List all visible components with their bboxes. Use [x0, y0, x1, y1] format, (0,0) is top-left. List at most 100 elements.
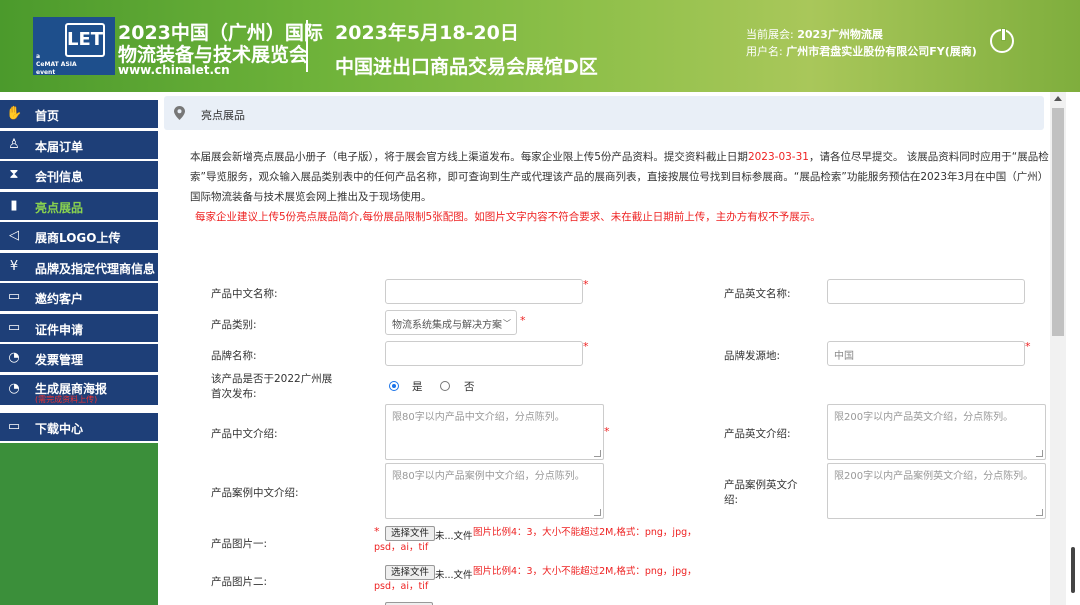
origin-label: 品牌发源地:: [724, 350, 781, 362]
user-label: 用户名:: [746, 45, 783, 58]
header-divider: [306, 20, 308, 72]
sidebar-item-highlight-products[interactable]: ▮ 亮点展品: [0, 192, 158, 221]
sidebar-item-invite-customers[interactable]: ▭ 邀约客户: [0, 283, 158, 312]
page-scrollbar[interactable]: [1066, 92, 1080, 605]
page-title: 亮点展品: [201, 109, 245, 122]
page-scrollbar-thumb[interactable]: [1071, 547, 1075, 593]
intro-text-1: 本届展会新增亮点展品小册子（电子版），将于展会官方线上渠道发布。每家企业限上传5…: [190, 151, 748, 163]
sidebar-item-label: 会刊信息: [35, 170, 84, 184]
deadline-date: 2023-03-31: [747, 151, 809, 163]
power-icon[interactable]: [990, 28, 1014, 53]
user-value: 广州市君盘实业股份有限公司FY(展商): [786, 45, 977, 58]
pie-chart-icon: ◔: [8, 350, 20, 365]
header-banner: LET a CeMAT ASIA event 2023中国（广州）国际 物流装备与技…: [0, 0, 1080, 92]
no-radio[interactable]: [440, 381, 450, 391]
category-label: 产品类别:: [211, 319, 257, 331]
let-logo-text: LET: [65, 23, 105, 57]
cn-intro-label: 产品中文介绍:: [211, 428, 278, 440]
case-en-label: 产品案例英文介绍:: [724, 479, 798, 506]
current-expo-label: 当前展会:: [746, 28, 794, 41]
current-expo-value: 2023广州物流展: [797, 28, 883, 41]
hourglass-icon: ⧗: [9, 167, 19, 182]
sidebar-item-catalog[interactable]: ⧗ 会刊信息: [0, 161, 158, 190]
sidebar-item-poster[interactable]: ◔ 生成展商海报 (需完成资料上传): [0, 375, 158, 406]
handshake-icon: ✋: [6, 106, 23, 121]
first-release-label: 该产品是否于2022广州展首次发布:: [211, 373, 333, 400]
pie-chart-icon: ◔: [8, 381, 20, 396]
breadcrumb: 亮点展品: [164, 96, 1044, 130]
origin-placeholder: 中国: [834, 351, 854, 362]
sidebar-item-logo-upload[interactable]: ◁ 展商LOGO上传: [0, 222, 158, 251]
sidebar-item-invoice[interactable]: ◔ 发票管理: [0, 344, 158, 373]
sidebar-item-label: 本届订单: [35, 140, 84, 154]
required-mark: *: [583, 278, 589, 291]
cn-intro-textarea[interactable]: 限80字以内产品中文介绍，分点陈列。: [385, 404, 604, 460]
sidebar-item-label: 下载中心: [35, 422, 84, 436]
cn-intro-placeholder: 限80字以内产品中文介绍，分点陈列。: [392, 412, 565, 423]
sidebar-item-label: 亮点展品: [35, 201, 84, 215]
sidebar-item-label: 首页: [35, 109, 60, 123]
en-name-input[interactable]: [827, 279, 1025, 304]
folder-icon: ▭: [7, 320, 21, 335]
image2-hint: 图片比例4：3，大小不能超过2M,格式：png，jpg，psd，ai，tif: [374, 566, 697, 592]
sidebar-background: [0, 443, 158, 605]
case-cn-label: 产品案例中文介绍:: [211, 487, 299, 499]
case-en-textarea[interactable]: 限200字以内产品案例英文介绍，分点陈列。: [827, 463, 1046, 519]
sidebar-item-downloads[interactable]: ▭ 下载中心: [0, 413, 158, 442]
money-icon: ¥: [9, 259, 19, 274]
image2-label: 产品图片二:: [211, 576, 268, 588]
folder-icon: ▭: [7, 289, 21, 304]
required-mark: *: [520, 314, 526, 327]
bar-chart-icon: ▮: [10, 198, 18, 213]
en-intro-placeholder: 限200字以内产品英文介绍，分点陈列。: [834, 412, 1014, 423]
intro-paragraph: 本届展会新增亮点展品小册子（电子版），将于展会官方线上渠道发布。每家企业限上传5…: [190, 147, 1050, 207]
yes-radio-label: 是: [412, 381, 423, 393]
case-cn-textarea[interactable]: 限80字以内产品案例中文介绍，分点陈列。: [385, 463, 604, 519]
sidebar-item-sublabel: (需完成资料上传): [35, 395, 98, 404]
sidebar-item-label: 邀约客户: [35, 292, 84, 306]
sidebar-item-home[interactable]: ✋ 首页: [0, 100, 158, 129]
required-mark: *: [604, 425, 610, 438]
upload-notice: 每家企业建议上传5份亮点展品简介,每份展品限制5张配图。如图片文字内容不符合要求…: [195, 211, 821, 223]
brand-label: 品牌名称:: [211, 350, 257, 362]
expo-url: www.chinalet.cn: [118, 63, 230, 77]
required-mark: *: [1025, 340, 1031, 353]
content-scrollbar[interactable]: [1050, 92, 1066, 605]
location-pin-icon: [174, 106, 185, 120]
folder-icon: ▭: [7, 419, 21, 434]
scroll-up-icon[interactable]: [1054, 96, 1062, 101]
cemat-logo-text: a CeMAT ASIA event: [36, 53, 77, 76]
sidebar-item-label: 证件申请: [35, 323, 84, 337]
sidebar-item-brand-agent[interactable]: ¥ 品牌及指定代理商信息: [0, 253, 158, 282]
category-select[interactable]: 物流系统集成与解决方案 ﹀: [385, 310, 517, 335]
user-icon: ♙: [8, 137, 20, 152]
brand-input[interactable]: [385, 341, 583, 366]
case-en-placeholder: 限200字以内产品案例英文介绍，分点陈列。: [834, 471, 1034, 482]
chevron-down-icon: ﹀: [503, 319, 511, 328]
category-value: 物流系统集成与解决方案: [392, 320, 502, 331]
sidebar-item-badge-apply[interactable]: ▭ 证件申请: [0, 314, 158, 343]
origin-input[interactable]: 中国: [827, 341, 1025, 366]
sidebar-item-label: 展商LOGO上传: [35, 231, 121, 245]
megaphone-icon: ◁: [9, 228, 19, 243]
cn-name-input[interactable]: [385, 279, 583, 304]
cn-name-label: 产品中文名称:: [211, 288, 278, 300]
yes-radio[interactable]: [389, 381, 399, 391]
en-intro-textarea[interactable]: 限200字以内产品英文介绍，分点陈列。: [827, 404, 1046, 460]
sidebar-item-label: 品牌及指定代理商信息: [35, 262, 156, 276]
en-name-label: 产品英文名称:: [724, 288, 791, 300]
scrollbar-thumb[interactable]: [1052, 108, 1064, 336]
let-logo: LET a CeMAT ASIA event: [33, 17, 115, 76]
no-radio-label: 否: [464, 381, 475, 393]
sidebar-item-orders[interactable]: ♙ 本届订单: [0, 131, 158, 160]
en-intro-label: 产品英文介绍:: [724, 428, 791, 440]
case-cn-placeholder: 限80字以内产品案例中文介绍，分点陈列。: [392, 471, 585, 482]
image1-hint: 图片比例4：3，大小不能超过2M,格式：png，jpg，psd，ai，tif: [374, 527, 697, 553]
main-content: 亮点展品 本届展会新增亮点展品小册子（电子版），将于展会官方线上渠道发布。每家企…: [158, 92, 1050, 605]
expo-date: 2023年5月18-20日: [335, 22, 519, 44]
user-info: 当前展会: 2023广州物流展 用户名: 广州市君盘实业股份有限公司FY(展商): [746, 26, 977, 60]
required-mark: *: [583, 340, 589, 353]
sidebar-item-label: 发票管理: [35, 353, 84, 367]
image1-label: 产品图片一:: [211, 538, 268, 550]
expo-venue: 中国进出口商品交易会展馆D区: [335, 56, 598, 78]
